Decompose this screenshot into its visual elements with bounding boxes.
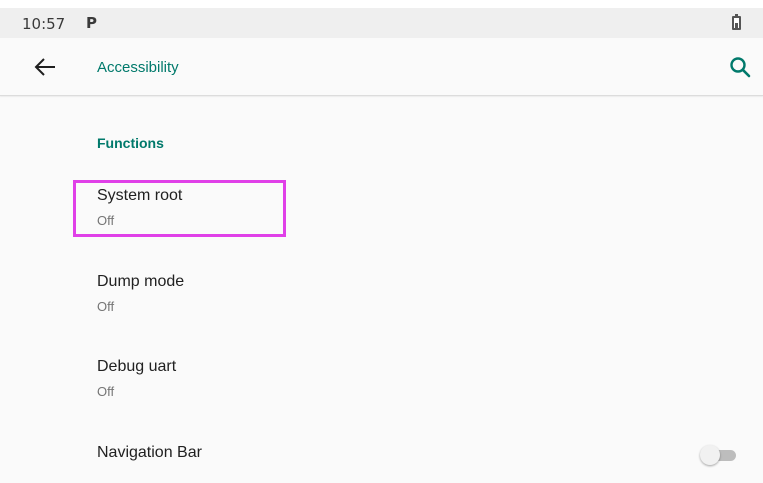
top-edge xyxy=(0,0,763,8)
pref-title: Debug uart xyxy=(97,358,177,375)
status-bar: 10:57 P xyxy=(0,8,763,38)
pref-summary: Off xyxy=(97,299,115,314)
navigation-bar-toggle[interactable] xyxy=(700,445,738,465)
toggle-thumb xyxy=(700,445,720,465)
status-time: 10:57 xyxy=(22,15,66,33)
page-title: Accessibility xyxy=(97,59,179,76)
battery-icon xyxy=(732,14,741,30)
pref-summary: Off xyxy=(97,384,115,399)
app-bar: Accessibility xyxy=(0,38,763,96)
highlight-box xyxy=(73,180,286,237)
pref-item-debug-uart[interactable]: Debug uart Off xyxy=(0,350,763,420)
pref-item-dump-mode[interactable]: Dump mode Off xyxy=(0,264,763,334)
notification-icon: P xyxy=(86,14,97,32)
settings-screen: 10:57 P Accessibility Functions System r… xyxy=(0,0,763,483)
section-header-functions: Functions xyxy=(97,135,164,151)
pref-item-navigation-bar[interactable]: Navigation Bar xyxy=(0,430,763,480)
arrow-left-icon[interactable] xyxy=(33,56,57,78)
search-icon[interactable] xyxy=(728,55,752,79)
pref-title: Dump mode xyxy=(97,273,185,290)
pref-title: Navigation Bar xyxy=(97,444,202,461)
